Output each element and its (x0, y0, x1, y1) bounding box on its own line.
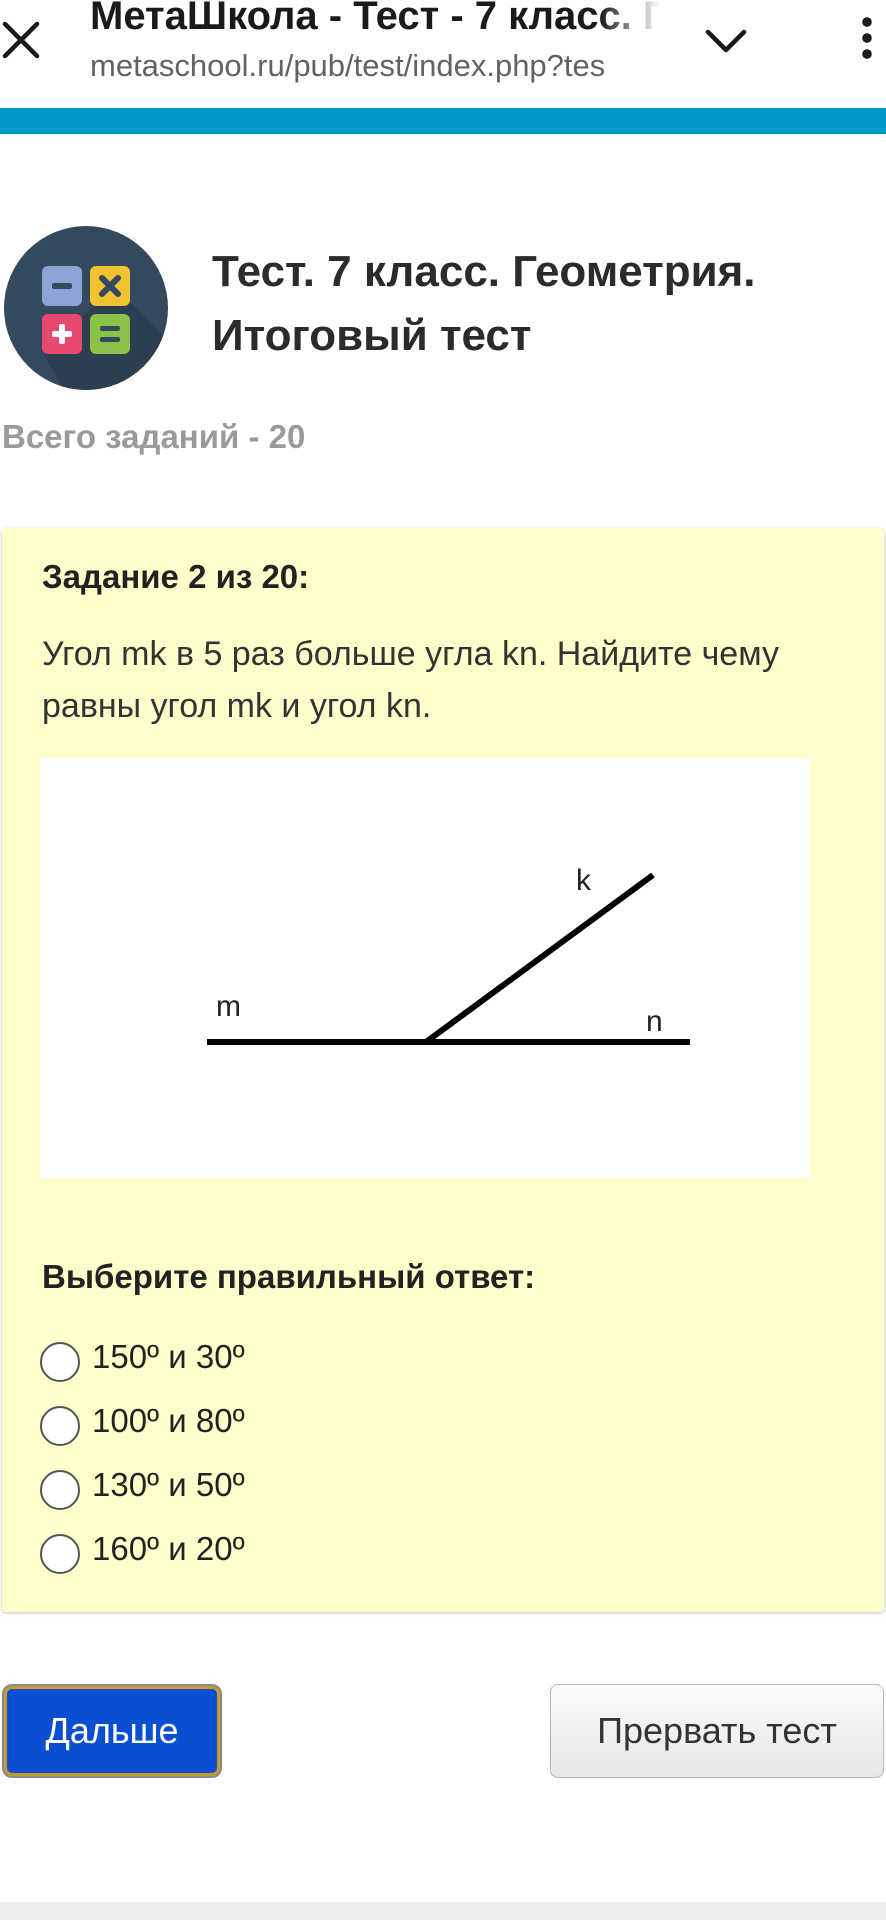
option-label: 100º и 80º (92, 1402, 245, 1439)
question-card: Задание 2 из 20: Угол mk в 5 раз больше … (2, 528, 884, 1612)
address-block[interactable]: МетаШкола - Тест - 7 класс. Г metaschool… (90, 0, 660, 100)
close-tab-button[interactable] (0, 10, 44, 66)
page-tab-title: МетаШкола - Тест - 7 класс. Г (90, 0, 660, 38)
answer-option-1[interactable]: 150º и 30º (40, 1330, 440, 1386)
more-vert-icon (862, 17, 872, 59)
browser-toolbar: МетаШкола - Тест - 7 класс. Г metaschool… (0, 0, 886, 108)
page-title: Тест. 7 класс. Геометрия. Итоговый тест (212, 247, 756, 360)
page-url: metaschool.ru/pub/test/index.php?tes (90, 48, 606, 83)
task-count: Всего заданий - 20 (2, 418, 306, 455)
answer-prompt: Выберите правильный ответ: (42, 1258, 536, 1295)
question-figure: m k n (40, 758, 810, 1178)
overflow-menu-button[interactable] (850, 10, 884, 70)
chevron-down-icon (705, 29, 747, 53)
radio-button[interactable] (40, 1406, 80, 1446)
answer-option-3[interactable]: 130º и 50º (40, 1458, 440, 1514)
option-label: 150º и 30º (92, 1338, 245, 1375)
calculator-logo (4, 226, 168, 390)
ray-k (424, 872, 655, 1045)
label-n: n (646, 1005, 663, 1038)
radio-button[interactable] (40, 1534, 80, 1574)
bottom-strip (0, 1902, 886, 1920)
question-text: Угол mk в 5 раз больше угла kn. Найдите … (42, 635, 779, 725)
label-m: m (216, 990, 241, 1023)
close-icon (2, 21, 40, 59)
option-label: 130º и 50º (92, 1466, 245, 1503)
label-k: k (576, 864, 592, 897)
answer-option-4[interactable]: 160º и 20º (40, 1522, 440, 1578)
text-fade (600, 0, 660, 100)
radio-button[interactable] (40, 1342, 80, 1382)
answer-option-2[interactable]: 100º и 80º (40, 1394, 440, 1450)
expand-button[interactable] (700, 14, 752, 66)
question-number: Задание 2 из 20: (42, 558, 310, 595)
option-label: 160º и 20º (92, 1530, 245, 1567)
radio-button[interactable] (40, 1470, 80, 1510)
abort-test-button[interactable]: Прервать тест (550, 1684, 884, 1778)
next-button[interactable]: Дальше (4, 1686, 220, 1776)
accent-stripe (0, 108, 886, 134)
